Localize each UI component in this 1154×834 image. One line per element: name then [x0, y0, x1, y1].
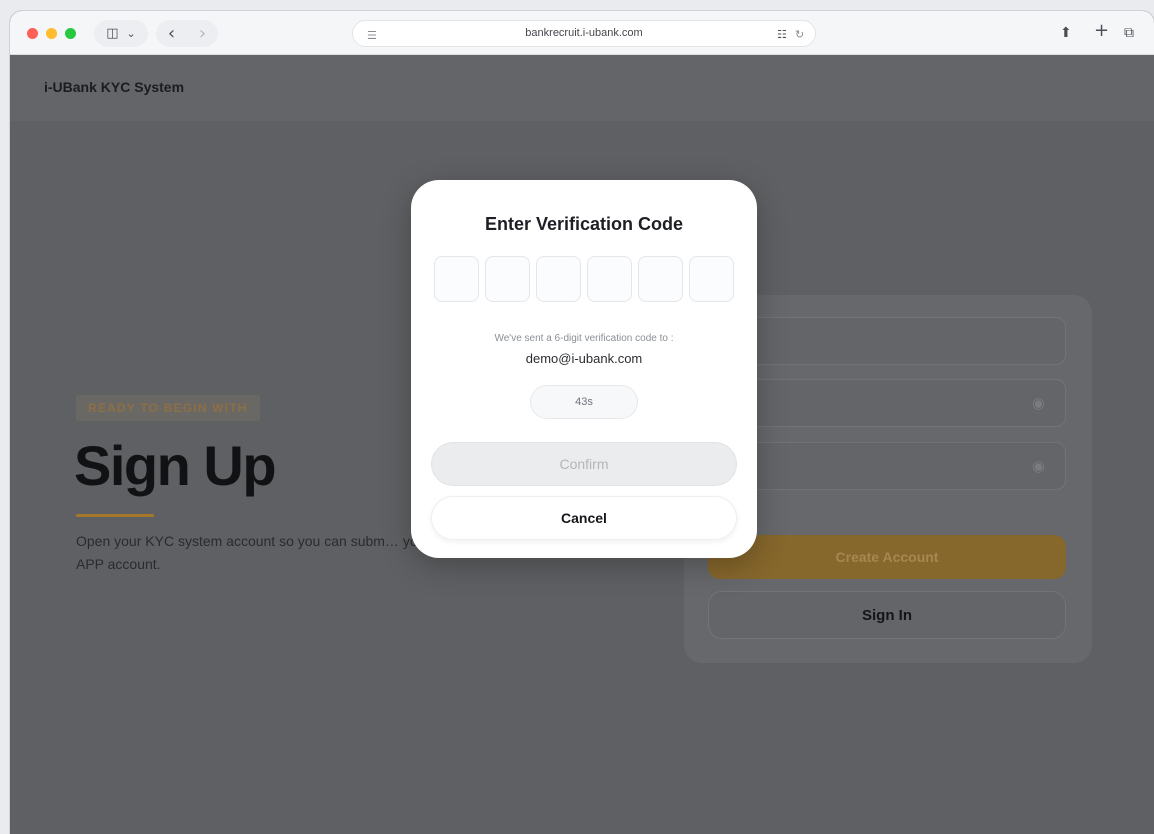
- minimize-window-button[interactable]: [46, 28, 57, 39]
- sign-in-button[interactable]: Sign In: [708, 591, 1066, 639]
- new-tab-icon[interactable]: +: [1094, 20, 1109, 42]
- code-digit-input-4[interactable]: [587, 256, 632, 302]
- app-header: i-UBank KYC System: [10, 55, 1154, 121]
- chevron-down-icon: ⌄: [126, 27, 136, 40]
- recipient-email: demo@i-ubank.com: [525, 351, 643, 366]
- brand-logo-text[interactable]: i-UBank KYC System: [44, 79, 184, 95]
- reload-icon[interactable]: ↻: [795, 24, 804, 46]
- show-confirm-password-icon[interactable]: ◉: [1032, 457, 1045, 475]
- code-digit-input-6[interactable]: [689, 256, 734, 302]
- password-field[interactable]: ◉: [708, 379, 1066, 427]
- browser-toolbar: ◫ ⌄ ‹ › ☰ bankrecruit.i-ubank.com ☷ ↻ ⬆ …: [10, 11, 1154, 55]
- browser-window: ◫ ⌄ ‹ › ☰ bankrecruit.i-ubank.com ☷ ↻ ⬆ …: [10, 11, 1154, 834]
- modal-title: Enter Verification Code: [484, 214, 684, 234]
- address-bar[interactable]: ☰ bankrecruit.i-ubank.com ☷ ↻: [352, 20, 816, 47]
- show-password-icon[interactable]: ◉: [1032, 394, 1045, 412]
- code-digit-input-3[interactable]: [536, 256, 581, 302]
- back-button[interactable]: ‹: [168, 23, 175, 44]
- zoom-window-button[interactable]: [65, 28, 76, 39]
- email-field[interactable]: [708, 317, 1066, 365]
- code-sent-message: We've sent a 6-digit verification code t…: [494, 333, 674, 344]
- page-title: Sign Up: [74, 434, 277, 497]
- page-subtitle: Open your KYC system account so you can …: [76, 533, 431, 572]
- close-window-button[interactable]: [27, 28, 38, 39]
- url-text: bankrecruit.i-ubank.com: [525, 27, 643, 39]
- code-digit-input-2[interactable]: [485, 256, 530, 302]
- tabs-overview-icon[interactable]: ⧉: [1124, 22, 1134, 44]
- sidebar-icon: ◫: [106, 26, 119, 41]
- create-account-button[interactable]: Create Account: [708, 535, 1066, 579]
- cancel-button[interactable]: Cancel: [431, 496, 737, 540]
- eyebrow-label: READY TO BEGIN WITH: [76, 395, 260, 421]
- sidebar-toggle-button[interactable]: ◫ ⌄: [94, 20, 148, 47]
- page-content: i-UBank KYC System READY TO BEGIN WITH S…: [10, 55, 1154, 834]
- code-digit-input-1[interactable]: [434, 256, 479, 302]
- title-underline: [76, 514, 154, 517]
- history-navigation: ‹ ›: [156, 20, 218, 47]
- share-icon[interactable]: ⬆: [1060, 22, 1072, 44]
- resend-countdown[interactable]: 43s: [530, 385, 638, 419]
- code-digit-input-5[interactable]: [638, 256, 683, 302]
- forward-button[interactable]: ›: [199, 23, 206, 44]
- verification-modal: Enter Verification Code We've sent a 6-d…: [411, 180, 757, 558]
- confirm-password-field[interactable]: ◉: [708, 442, 1066, 490]
- translate-icon[interactable]: ☷: [777, 24, 787, 46]
- confirm-button[interactable]: Confirm: [431, 442, 737, 486]
